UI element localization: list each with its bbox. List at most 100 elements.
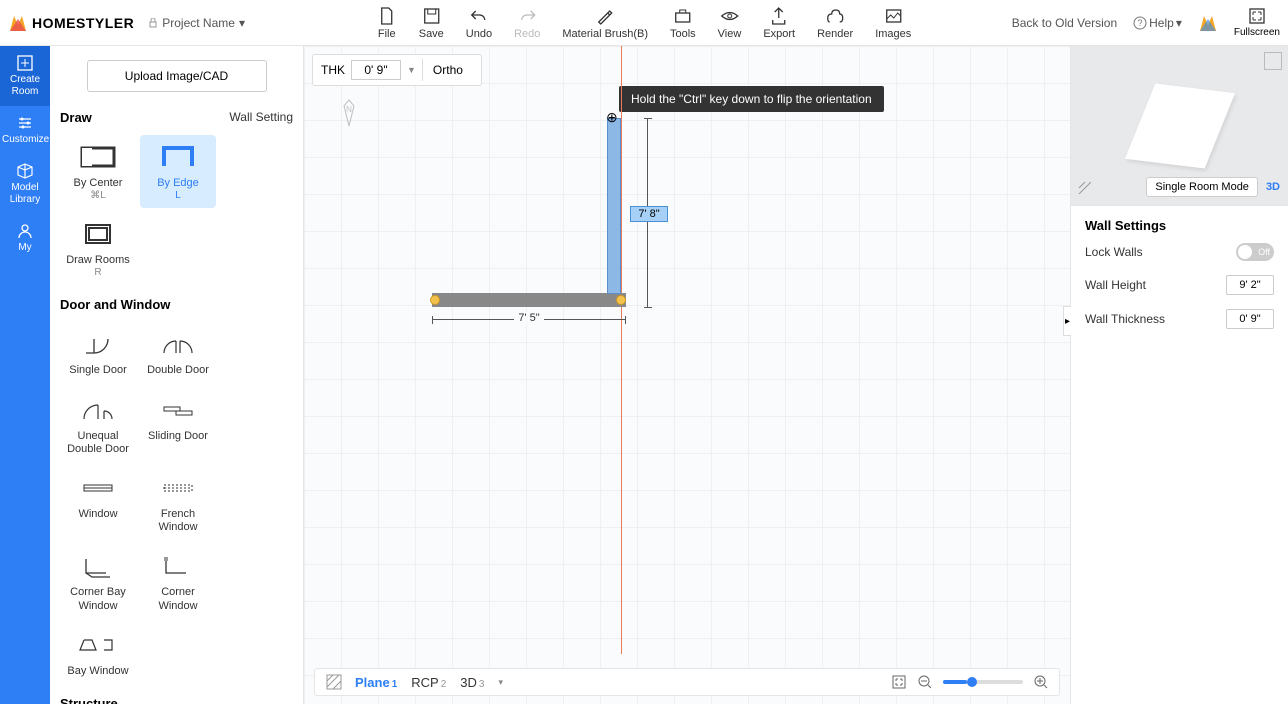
images-button[interactable]: Images (875, 6, 911, 40)
rail-create-room[interactable]: Create Room (0, 46, 50, 106)
guide-line-vertical (621, 46, 622, 654)
project-name-dropdown[interactable]: Project Name ▾ (148, 16, 245, 30)
rail-my[interactable]: My (0, 214, 50, 262)
tools-button[interactable]: Tools (670, 6, 696, 40)
fullscreen-button[interactable]: Fullscreen (1234, 7, 1280, 38)
tab-dropdown-icon[interactable]: ▾ (498, 677, 503, 688)
wall-endpoint[interactable] (616, 295, 626, 305)
save-icon (421, 6, 441, 26)
rail-customize[interactable]: Customize (0, 106, 50, 154)
back-to-old-version-link[interactable]: Back to Old Version (1012, 16, 1117, 30)
rail-model-library[interactable]: Model Library (0, 154, 50, 214)
file-button[interactable]: File (377, 6, 397, 40)
preview-3d[interactable]: Single Room Mode 3D (1071, 46, 1288, 206)
wall-endpoint[interactable] (430, 295, 440, 305)
customize-icon (16, 114, 34, 132)
view-3d-button[interactable]: 3D (1266, 181, 1280, 193)
preview-shape (1124, 83, 1234, 168)
corner-bay-window-icon (78, 553, 118, 579)
thk-input[interactable] (351, 60, 401, 80)
french-window-icon (158, 475, 198, 501)
canvas[interactable]: THK ▼ Ortho N Hold the "Ctrl" key down t… (304, 46, 1070, 704)
tool-double-door[interactable]: Double Door (140, 322, 216, 383)
leftpanel: Upload Image/CAD Draw Wall Setting By Ce… (50, 46, 304, 704)
sliding-door-icon (158, 397, 198, 423)
wall-thickness-label: Wall Thickness (1085, 312, 1165, 326)
wall-height-label: Wall Height (1085, 278, 1146, 292)
tool-french-window[interactable]: French Window (140, 466, 216, 540)
tool-by-edge[interactable]: By EdgeL (140, 135, 216, 208)
render-icon (825, 6, 845, 26)
export-button[interactable]: Export (763, 6, 795, 40)
render-button[interactable]: Render (817, 6, 853, 40)
wall-height-input[interactable] (1226, 275, 1274, 295)
top-tools: File Save Undo Redo Material Brush(B) To… (377, 6, 912, 40)
tool-sliding-door[interactable]: Sliding Door (140, 388, 216, 462)
view-tabs: Plane1 RCP2 3D3 ▾ (355, 675, 503, 690)
by-center-icon (78, 144, 118, 170)
help-dropdown[interactable]: ? Help ▾ (1133, 16, 1182, 30)
wall-vertical-drawing[interactable] (607, 118, 621, 294)
zoom-out-icon[interactable] (917, 674, 933, 690)
undo-button[interactable]: Undo (466, 6, 492, 40)
thk-label: THK (321, 63, 345, 77)
tool-corner-window[interactable]: Corner Window (140, 544, 216, 618)
ortho-button[interactable]: Ortho (422, 59, 473, 81)
export-icon (769, 6, 789, 26)
redo-button[interactable]: Redo (514, 6, 540, 40)
tab-3d[interactable]: 3D3 (460, 675, 484, 690)
by-edge-icon (158, 144, 198, 170)
svg-text:?: ? (1138, 18, 1143, 28)
svg-text:N: N (346, 105, 352, 114)
chevron-down-icon: ▾ (1176, 16, 1182, 30)
single-door-icon (78, 331, 118, 357)
door-window-section-title: Door and Window (60, 297, 170, 312)
undo-icon (469, 6, 489, 26)
thk-chevron-down-icon[interactable]: ▼ (407, 65, 416, 75)
palette-icon[interactable] (1198, 13, 1218, 33)
logo-icon (8, 13, 28, 33)
view-button[interactable]: View (718, 6, 742, 40)
logo[interactable]: HOMESTYLER (8, 13, 134, 33)
images-icon (883, 6, 903, 26)
fullscreen-icon (1248, 7, 1266, 25)
window-icon (78, 475, 118, 501)
tool-bay-window[interactable]: Bay Window (60, 623, 136, 684)
brush-icon (595, 6, 615, 26)
zoom-in-icon[interactable] (1033, 674, 1049, 690)
fit-screen-icon[interactable] (891, 674, 907, 690)
rightpanel-collapse[interactable]: ▸ (1063, 306, 1071, 336)
zoom-slider[interactable] (943, 680, 1023, 684)
canvas-topbar: THK ▼ Ortho (312, 54, 482, 86)
save-button[interactable]: Save (419, 6, 444, 40)
compass-icon[interactable]: N (336, 96, 362, 130)
lock-walls-toggle[interactable]: Off (1236, 243, 1274, 261)
chevron-down-icon: ▾ (239, 16, 245, 30)
top-right: Back to Old Version ? Help ▾ Fullscreen (1012, 7, 1280, 38)
structure-section-title: Structure (60, 696, 118, 704)
wall-setting-link[interactable]: Wall Setting (229, 110, 293, 125)
tab-plane[interactable]: Plane1 (355, 675, 397, 690)
bay-window-icon (78, 632, 118, 658)
dimension-horizontal: 7' 5" (432, 319, 626, 332)
hatch-small-icon[interactable] (1077, 180, 1091, 194)
single-room-mode-button[interactable]: Single Room Mode (1146, 177, 1258, 197)
lock-walls-label: Lock Walls (1085, 245, 1143, 259)
upload-button[interactable]: Upload Image/CAD (87, 60, 267, 92)
dimension-input[interactable] (630, 206, 668, 222)
material-brush-button[interactable]: Material Brush(B) (562, 6, 648, 40)
tool-unequal-double-door[interactable]: Unequal Double Door (60, 388, 136, 462)
library-icon (16, 162, 34, 180)
eye-icon (719, 6, 739, 26)
tool-single-door[interactable]: Single Door (60, 322, 136, 383)
tool-by-center[interactable]: By Center⌘L (60, 135, 136, 208)
tool-window[interactable]: Window (60, 466, 136, 540)
wall-thickness-input[interactable] (1226, 309, 1274, 329)
tab-rcp[interactable]: RCP2 (411, 675, 446, 690)
wall-horizontal[interactable] (432, 293, 626, 307)
tool-draw-rooms[interactable]: Draw RoomsR (60, 212, 136, 285)
hatch-icon[interactable] (325, 673, 343, 691)
redo-icon (517, 6, 537, 26)
preview-expand-icon[interactable] (1264, 52, 1282, 70)
tool-corner-bay-window[interactable]: Corner Bay Window (60, 544, 136, 618)
